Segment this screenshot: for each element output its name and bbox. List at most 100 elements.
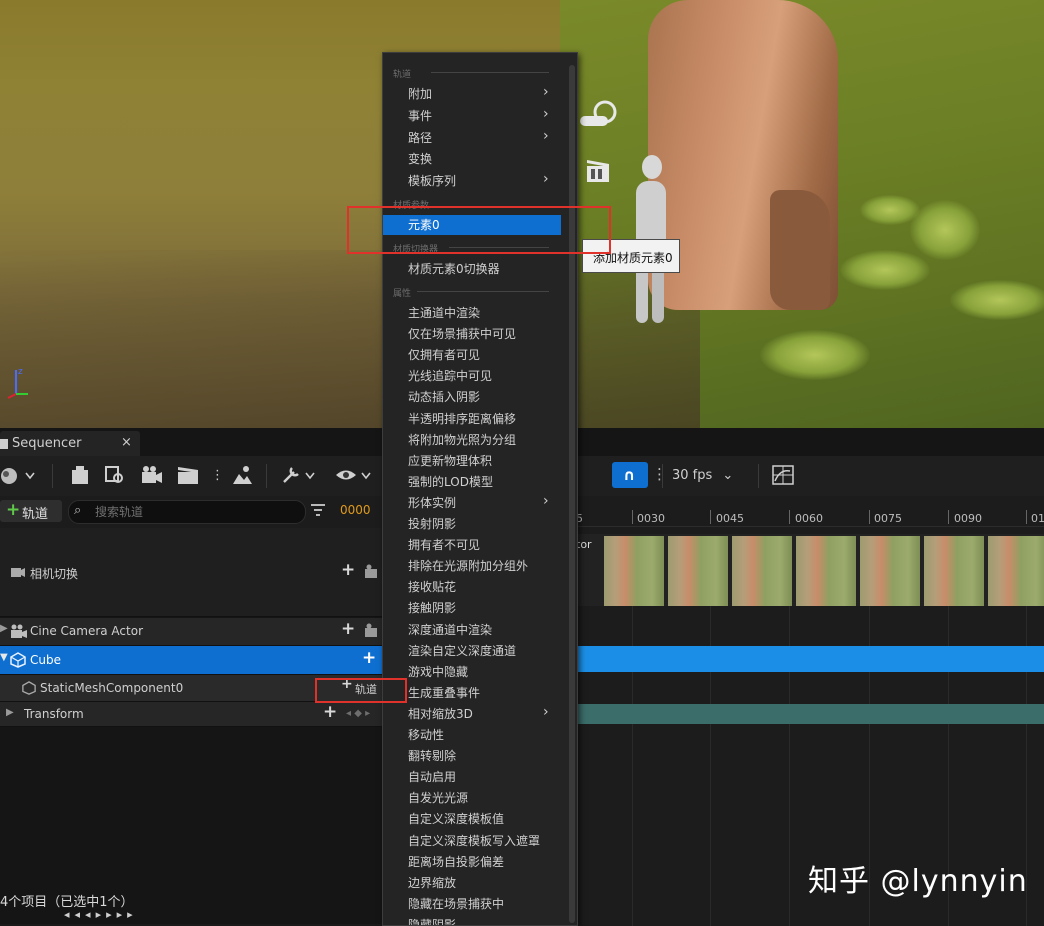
track-row-camera-cuts[interactable]: 相机切换 + <box>0 528 382 617</box>
snap-options-icon[interactable]: ⋮ <box>652 465 667 483</box>
menu-item[interactable]: 动态插入阴影 <box>383 387 561 407</box>
track-row-transform[interactable]: ▶ Transform + ◂ ◆ ▸ <box>0 702 382 727</box>
menu-item[interactable]: 渲染自定义深度通道 <box>383 641 561 661</box>
chevron-down-icon: ⌄ <box>722 468 734 483</box>
render-movie-icon[interactable] <box>176 464 200 486</box>
menu-item-material-switcher[interactable]: 材质元素0切换器 <box>383 259 561 279</box>
world-dropdown-icon[interactable] <box>0 466 38 486</box>
annotation-highlight-box <box>315 678 407 703</box>
menu-item-label: 隐藏在场景捕获中 <box>408 896 505 911</box>
sequence-actor-icon[interactable] <box>584 156 614 186</box>
chevron-right-icon: › <box>543 703 549 720</box>
sky-light-icon[interactable] <box>580 98 622 128</box>
menu-item[interactable]: 仅在场景捕获中可见 <box>383 324 561 344</box>
playback-buttons-icon[interactable]: ◂◂◂▸▸▸▸ <box>64 908 138 921</box>
menu-item[interactable]: 游戏中隐藏 <box>383 662 561 682</box>
expand-arrow-icon[interactable]: ▶ <box>6 707 14 718</box>
view-options-icon[interactable] <box>334 464 374 486</box>
expand-arrow-icon[interactable]: ▶ <box>0 623 8 634</box>
snap-toggle-button[interactable]: ∩ ⋮ <box>612 462 667 488</box>
camera-icon[interactable] <box>140 464 164 486</box>
add-track-button[interactable]: + 轨道 <box>0 500 62 522</box>
menu-item[interactable]: 仅拥有者可见 <box>383 345 561 365</box>
section-header-properties: 属性 <box>393 289 412 299</box>
menu-item[interactable]: 半透明排序距离偏移 <box>383 409 561 429</box>
close-icon[interactable]: × <box>121 435 132 450</box>
menu-item[interactable]: 变换 <box>383 149 561 169</box>
add-track-label: 轨道 <box>22 507 49 522</box>
menu-item-label: 仅拥有者可见 <box>408 348 481 363</box>
menu-item[interactable]: 自定义深度模板值 <box>383 809 561 829</box>
track-label: Cube <box>30 653 61 667</box>
add-icon[interactable]: + <box>341 619 355 639</box>
menu-item[interactable]: 自发光光源 <box>383 788 561 808</box>
add-icon[interactable]: + <box>362 648 376 668</box>
menu-item[interactable]: 自定义深度模板写入遮罩 <box>383 831 561 851</box>
find-in-browser-icon[interactable] <box>104 464 126 486</box>
filter-icon[interactable] <box>310 502 326 518</box>
menu-item-label: 材质元素0切换器 <box>408 262 500 276</box>
current-frame-value[interactable]: 0000 <box>340 503 371 517</box>
menu-item[interactable]: 相对缩放3D › <box>383 704 561 724</box>
menu-item[interactable]: 主通道中渲染 <box>383 303 561 323</box>
camera-cut-section[interactable]: tor <box>576 534 1044 606</box>
add-icon[interactable]: + <box>341 560 355 580</box>
add-icon[interactable]: + <box>323 702 337 722</box>
menu-scrollbar[interactable] <box>569 65 575 923</box>
track-search-input[interactable] <box>93 503 297 521</box>
menu-item[interactable]: 事件 › <box>383 106 561 126</box>
menu-item[interactable]: 投射阴影 <box>383 514 561 534</box>
transport-controls[interactable]: ◂◂◂▸▸▸▸ <box>0 908 382 924</box>
track-search-box[interactable]: ⌕ <box>68 500 306 524</box>
menu-item[interactable]: 应更新物理体积 <box>383 451 561 471</box>
time-tick: 0090 <box>954 512 982 525</box>
frame-rate-dropdown[interactable]: 30 fps ⌄ <box>672 465 733 487</box>
menu-item[interactable]: 深度通道中渲染 <box>383 620 561 640</box>
transform-section-bar[interactable] <box>576 704 1044 724</box>
menu-item-label: 排除在光源附加分组外 <box>408 559 529 574</box>
menu-item[interactable]: 翻转剔除 <box>383 746 561 766</box>
key-navigation-icon[interactable]: ◂ ◆ ▸ <box>346 708 370 719</box>
menu-item[interactable]: 附加 › <box>383 84 561 104</box>
track-row-cube[interactable]: ▼ Cube + <box>0 646 382 675</box>
menu-item[interactable]: 拥有者不可见 <box>383 535 561 555</box>
menu-item[interactable]: 隐藏阴影 <box>383 915 561 925</box>
menu-item[interactable]: 距离场自投影偏差 <box>383 852 561 872</box>
time-tick: 0045 <box>716 512 744 525</box>
tools-dropdown-icon[interactable] <box>280 464 318 486</box>
menu-item-label: 模板序列 <box>408 174 457 189</box>
menu-item[interactable]: 接收贴花 <box>383 577 561 597</box>
menu-item[interactable]: 排除在光源附加分组外 <box>383 556 561 576</box>
chevron-right-icon: › <box>543 492 549 509</box>
menu-item[interactable]: 接触阴影 <box>383 598 561 618</box>
menu-item-label: 路径 <box>408 130 433 145</box>
track-row-cine-camera[interactable]: ▶ Cine Camera Actor + <box>0 618 382 646</box>
menu-item-label: 拥有者不可见 <box>408 538 481 553</box>
camera-icon[interactable] <box>364 564 382 580</box>
menu-item[interactable]: 边界缩放 <box>383 873 561 893</box>
toolbar-separator <box>52 464 53 488</box>
menu-item[interactable]: 隐藏在场景捕获中 <box>383 894 561 914</box>
menu-item[interactable]: 模板序列 › <box>383 171 561 191</box>
collapse-arrow-icon[interactable]: ▼ <box>0 652 8 663</box>
time-tick: 01 <box>1031 512 1044 525</box>
menu-item[interactable]: 形体实例 › <box>383 493 561 513</box>
menu-item[interactable]: 强制的LOD模型 <box>383 472 561 492</box>
cube-section-bar[interactable] <box>576 646 1044 672</box>
menu-item[interactable]: 自动启用 <box>383 767 561 787</box>
tab-sequencer[interactable]: Sequencer × <box>0 431 140 456</box>
fps-value: 30 fps <box>672 468 713 483</box>
more-options-icon[interactable]: ⋮ <box>211 465 224 487</box>
time-ruler[interactable]: 5 0030 0045 0060 0075 0090 01 <box>576 510 1044 527</box>
save-icon[interactable] <box>70 464 92 486</box>
menu-item[interactable]: 生成重叠事件 <box>383 683 561 703</box>
menu-item-label: 事件 <box>408 108 433 123</box>
menu-item[interactable]: 移动性 <box>383 725 561 745</box>
curve-editor-icon[interactable] <box>772 465 794 485</box>
actions-icon[interactable] <box>230 464 254 486</box>
menu-item[interactable]: 路径 › <box>383 128 561 148</box>
menu-item[interactable]: 将附加物光照为分组 <box>383 430 561 450</box>
menu-item[interactable]: 光线追踪中可见 <box>383 366 561 386</box>
camera-icon[interactable] <box>364 623 382 639</box>
menu-item-label: 接收贴花 <box>408 580 457 595</box>
